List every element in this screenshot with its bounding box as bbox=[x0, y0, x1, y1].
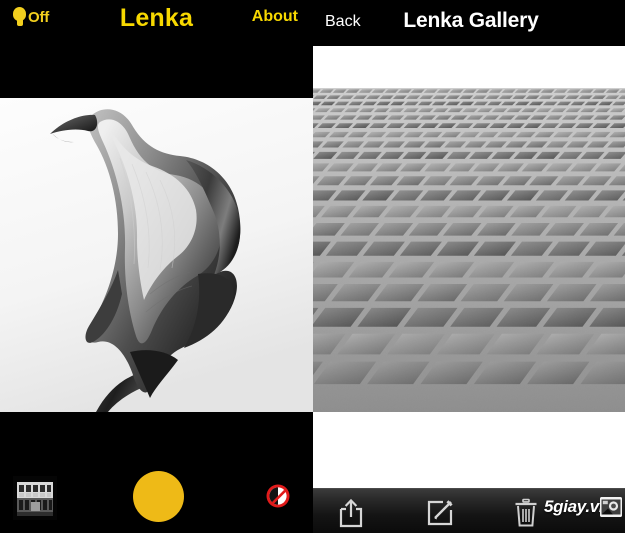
camera-viewfinder-photo bbox=[0, 98, 313, 412]
gallery-content-area bbox=[313, 46, 625, 488]
camera-panel: Off Lenka About bbox=[0, 0, 313, 533]
gallery-photo[interactable] bbox=[313, 88, 625, 412]
gallery-header-bar: Back Lenka Gallery bbox=[313, 0, 625, 46]
gallery-title: Lenka Gallery bbox=[403, 9, 539, 32]
share-icon[interactable] bbox=[337, 498, 365, 528]
gallery-panel: Back Lenka Gallery 5giay.vn bbox=[313, 0, 625, 533]
camera-controls-bar bbox=[0, 412, 313, 533]
shutter-button[interactable] bbox=[133, 471, 184, 522]
edit-pencil-icon[interactable] bbox=[426, 499, 454, 527]
about-button[interactable]: About bbox=[252, 8, 298, 26]
app-screenshot-pair: Off Lenka About Back Lenka Gallery 5giay… bbox=[0, 0, 625, 533]
photo-icon bbox=[600, 497, 622, 517]
no-flash-icon[interactable] bbox=[265, 483, 291, 509]
camera-header-bar: Off Lenka About bbox=[0, 0, 313, 98]
gallery-toolbar: 5giay.vn bbox=[313, 488, 625, 533]
trash-icon[interactable] bbox=[513, 498, 539, 528]
site-watermark: 5giay.vn bbox=[544, 497, 622, 517]
watermark-text: 5giay.vn bbox=[543, 497, 609, 516]
gallery-thumbnail-button[interactable] bbox=[13, 476, 57, 520]
